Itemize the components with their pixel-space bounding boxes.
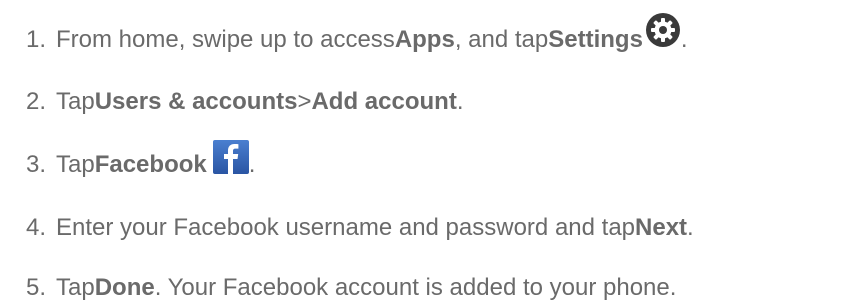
settings-label: Settings — [548, 26, 643, 53]
settings-gear-icon — [645, 12, 681, 48]
step-text: . — [248, 151, 256, 178]
next-label: Next — [635, 214, 688, 241]
step-text: . — [687, 214, 694, 241]
step-text: > — [297, 88, 312, 115]
step-number: 3. — [25, 151, 46, 178]
done-label: Done — [94, 274, 155, 301]
step-1: 1. From home, swipe up to access Apps , … — [0, 13, 688, 60]
step-text: From home, swipe up to access — [56, 26, 395, 53]
step-text: Tap — [56, 88, 95, 115]
step-4: 4. Enter your Facebook username and pass… — [0, 208, 694, 248]
step-number: 1. — [25, 26, 46, 53]
step-text: . — [456, 88, 464, 115]
facebook-label: Facebook — [94, 151, 207, 178]
facebook-icon — [212, 140, 249, 174]
step-text: , and tap — [454, 26, 549, 53]
step-text: Tap — [56, 151, 95, 178]
instruction-steps: 1. From home, swipe up to access Apps , … — [0, 0, 843, 308]
step-number: 2. — [25, 88, 46, 115]
step-number: 5. — [25, 274, 46, 301]
add-account-label: Add account — [311, 88, 457, 115]
step-text: . Your Facebook account is added to your… — [154, 274, 677, 301]
step-5: 5. Tap Done . Your Facebook account is a… — [0, 268, 676, 308]
step-3: 3. Tap Facebook . — [0, 140, 256, 185]
step-text: Enter your Facebook username and passwor… — [56, 214, 636, 241]
apps-label: Apps — [394, 26, 455, 53]
step-text: Tap — [56, 274, 95, 301]
step-2: 2. Tap Users & accounts > Add account . — [0, 82, 464, 122]
step-number: 4. — [25, 214, 46, 241]
users-accounts-label: Users & accounts — [94, 88, 298, 115]
step-text: . — [680, 26, 688, 53]
